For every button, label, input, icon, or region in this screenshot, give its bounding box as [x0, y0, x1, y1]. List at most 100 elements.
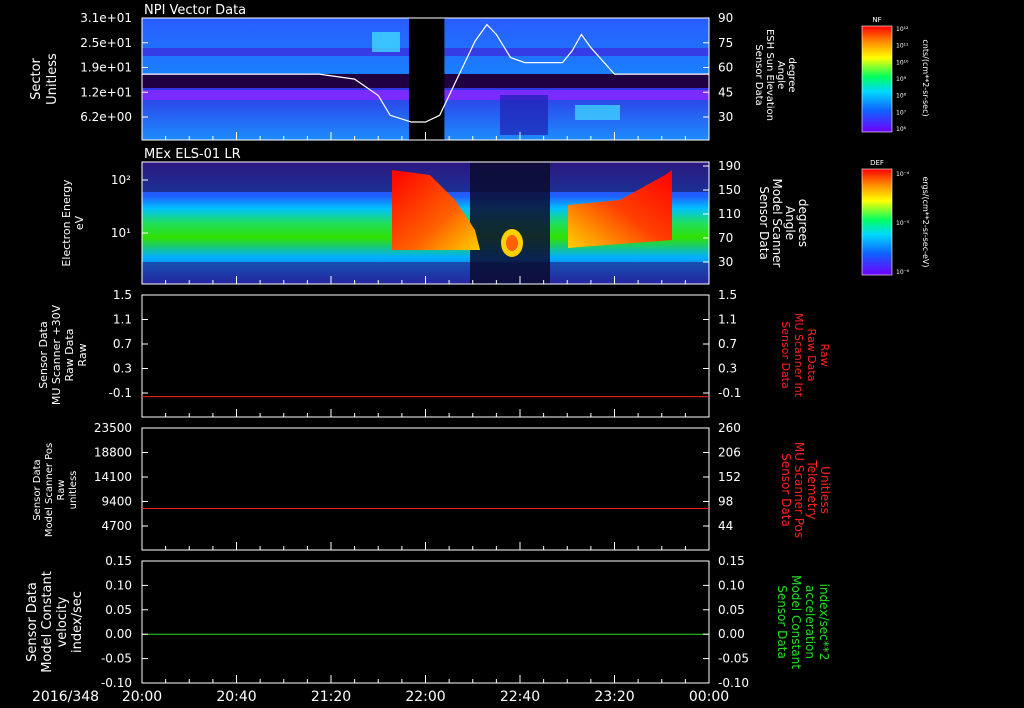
colorbar-tick-label: 10⁹ [896, 76, 907, 83]
model-constant-ylabel-line-2: Model Constant [40, 571, 55, 673]
scanner-30v-panel: 1.5 1.1 0.7 0.3 -0.1 1.5 1.1 0.7 0.3 -0.1 Sensor… [37, 288, 831, 418]
right-tick-label: 1.5 [718, 288, 737, 302]
y-tick-label: 1.5 [113, 288, 132, 302]
model-constant-right-ylabel-line-3: acceleration [803, 585, 817, 659]
right-tick-label: 1.1 [718, 313, 737, 327]
right-tick-label: -0.1 [718, 386, 741, 400]
right-tick-label: 30 [718, 255, 733, 269]
npi-right-ylabel-line-4: degree [786, 57, 797, 92]
npi-right-ylabel-line-2: ESH Sun Elevation [764, 29, 775, 121]
els-panel: MEx ELS-01 LR 10² 10¹ 190 150 110 70 30 Elec… [60, 147, 810, 285]
right-tick-label: 60 [718, 61, 733, 75]
y-tick-label: 2.5e+01 [80, 36, 132, 50]
els-title: MEx ELS-01 LR [144, 147, 241, 162]
y-tick-label: 0.10 [105, 578, 132, 592]
scanner-pos-panel: 23500 18800 14100 9400 4700 260 206 152 98 44 Se… [32, 421, 832, 551]
right-tick-label: 110 [718, 207, 741, 221]
y-tick-label: 0.7 [113, 337, 132, 351]
time-tick-label: 20:40 [216, 689, 256, 705]
y-tick-label: 0.05 [105, 603, 132, 617]
scanner-int-right-ylabel-line-4: Raw [818, 343, 831, 366]
right-tick-label: 0.15 [718, 554, 745, 568]
right-tick-label: -0.10 [718, 676, 749, 690]
right-tick-label: 152 [718, 470, 741, 484]
y-tick-label: 23500 [94, 421, 132, 435]
els-colorbar-gradient [861, 168, 893, 276]
colorbar-tick-label: 10¹¹ [896, 43, 909, 50]
y-tick-label: 6.2e+00 [80, 110, 132, 124]
y-tick-label: 4700 [101, 519, 132, 533]
model-constant-right-ylabel-line-2: Model Constant [789, 575, 803, 669]
model-constant-frame [141, 560, 710, 684]
colorbar-tick-label: 10¹² [896, 26, 909, 33]
scanner-pos-right-ylabel-line-1: Sensor Data [779, 453, 793, 527]
els-colorbar-tick-mid: 10⁻⁵ [896, 220, 910, 227]
scanner-pos-right-ylabel-line-3: Telemetry [805, 459, 819, 519]
model-constant-right-ylabel-line-4: index/sec**2 [817, 584, 831, 661]
npi-right-spot [575, 105, 620, 120]
model-constant-y-ticks: 0.15 0.10 0.05 0.00 -0.05 -0.10 [101, 554, 148, 690]
y-tick-label: -0.05 [101, 652, 132, 666]
scanner-30v-ylabel-line-4: Raw [76, 343, 89, 366]
els-ylabel-line-1: Electron Energy [60, 179, 73, 267]
npi-right-block [500, 95, 548, 135]
els-colorbar-tick-bottom: 10⁻⁶ [896, 269, 910, 276]
time-tick-label: 22:00 [405, 689, 445, 705]
right-tick-label: 0.7 [718, 337, 737, 351]
scanner-pos-ylabel-line-3: Raw [56, 479, 67, 500]
y-tick-label: 0.00 [105, 627, 132, 641]
plot-window: NPI Vector Data 3.1e+01 2.5e+01 1.9e+01 1.2… [0, 0, 1024, 708]
right-tick-label: 190 [718, 159, 741, 173]
npi-ylabel-line-2: Unitless [45, 53, 60, 105]
y-tick-label: -0.1 [109, 386, 132, 400]
model-constant-ylabel-line-3: velocity [55, 596, 70, 647]
model-constant-ylabel: Sensor Data Model Constant velocity inde… [25, 571, 85, 673]
npi-title: NPI Vector Data [144, 3, 246, 18]
els-ytick-100: 10² [111, 173, 131, 187]
scanner-30v-frame [141, 294, 710, 418]
els-colorbar-title: DEF [870, 159, 884, 167]
model-constant-right-ticks: 0.15 0.10 0.05 0.00 -0.05 -0.10 [703, 554, 749, 690]
npi-colorbar: NF 10¹² 10¹¹ 10¹⁰ 10⁹ 10⁸ 10⁷ 10⁶ cnts/(cm**2-… [861, 16, 930, 133]
scanner-pos-ylabel-line-4: unitless [68, 471, 79, 510]
els-right-ylabel-line-1: Sensor Data [757, 186, 771, 260]
scanner-30v-ylabel-line-1: Sensor Data [37, 321, 50, 388]
y-tick-label: -0.10 [101, 676, 132, 690]
scanner-pos-right-ylabel: Sensor Data MU Scanner Pos Telemetry Uni… [779, 442, 832, 538]
els-colorbar-tick-top: 10⁻⁴ [896, 171, 910, 178]
els-right-ylabel-line-2: Model Scanner [770, 179, 784, 268]
right-tick-label: 90 [718, 11, 733, 25]
npi-right-ylabel: Sensor Data ESH Sun Elevation Angle degr… [753, 29, 797, 121]
scanner-pos-frame [141, 427, 710, 551]
y-tick-label: 0.15 [105, 554, 132, 568]
y-tick-label: 0.3 [113, 362, 132, 376]
scanner-pos-y-ticks: 23500 18800 14100 9400 4700 [94, 421, 148, 533]
right-tick-label: 260 [718, 421, 741, 435]
scanner-30v-ylabel-line-2: MU Scanner +30V [50, 304, 63, 405]
right-tick-label: 0.3 [718, 362, 737, 376]
y-tick-label: 1.9e+01 [80, 61, 132, 75]
right-tick-label: 0.00 [718, 627, 745, 641]
scanner-30v-ylabel-line-3: Raw Data [63, 329, 76, 382]
colorbar-tick-label: 10¹⁰ [896, 59, 909, 66]
els-right-ylabel-line-3: Angle [783, 206, 797, 240]
y-tick-label: 9400 [101, 495, 132, 509]
model-constant-right-ylabel-line-1: Sensor Data [775, 585, 789, 659]
time-tick-label: 20:00 [122, 689, 162, 705]
right-tick-label: 45 [718, 85, 733, 99]
els-ytick-10: 10¹ [111, 226, 131, 240]
time-tick-label: 21:20 [311, 689, 351, 705]
y-tick-label: 14100 [94, 470, 132, 484]
colorbar-tick-label: 10⁸ [896, 93, 907, 100]
els-blob-core [506, 235, 518, 251]
scanner-pos-right-ylabel-line-4: Unitless [818, 466, 832, 514]
right-tick-label: -0.05 [718, 652, 749, 666]
npi-right-ylabel-line-3: Angle [775, 61, 786, 89]
right-tick-label: 44 [718, 519, 733, 533]
model-constant-panel: 0.15 0.10 0.05 0.00 -0.05 -0.10 0.15 0.10 0.05 0… [25, 554, 831, 690]
npi-right-ylabel-line-1: Sensor Data [753, 44, 764, 105]
y-tick-label: 1.1 [113, 313, 132, 327]
scanner-int-right-ylabel: Sensor Data MU Scanner Int Raw Data Raw [779, 313, 831, 398]
right-tick-label: 0.05 [718, 603, 745, 617]
scanner-pos-ylabel-line-1: Sensor Data [32, 459, 43, 520]
